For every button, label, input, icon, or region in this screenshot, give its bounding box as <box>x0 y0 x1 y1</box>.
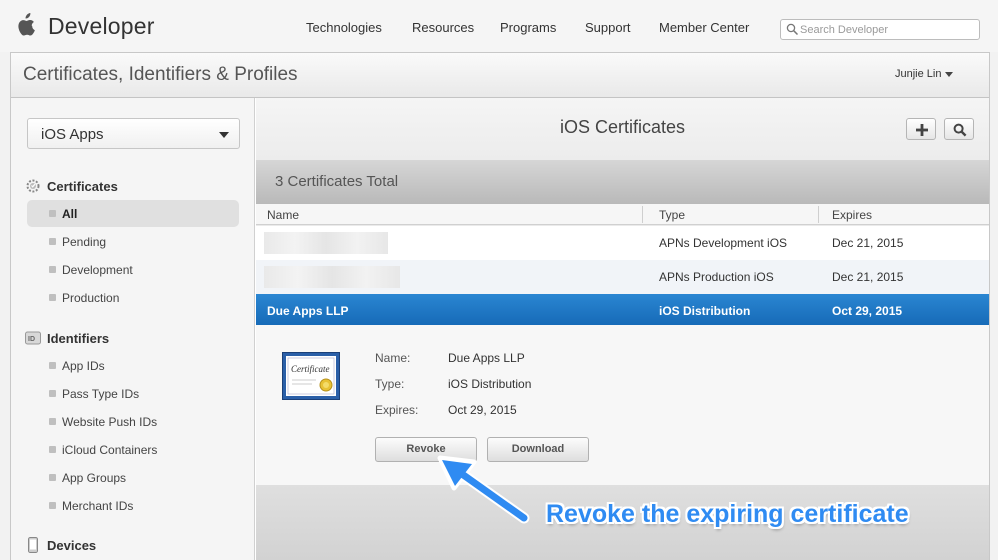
bullet <box>49 294 56 301</box>
sidebar-item-label: App IDs <box>62 359 105 373</box>
table-header: Name Type Expires <box>256 204 989 225</box>
sidebar-item-website-push-ids[interactable]: Website Push IDs <box>27 408 239 435</box>
row-expires: Oct 29, 2015 <box>832 304 903 318</box>
nav-technologies[interactable]: Technologies <box>306 20 382 35</box>
row-type: APNs Development iOS <box>659 236 788 250</box>
bullet <box>49 266 56 273</box>
sidebar-item-icloud-containers[interactable]: iCloud Containers <box>27 436 239 463</box>
detail-expires-value: Oct 29, 2015 <box>448 403 517 417</box>
redacted-name <box>264 232 388 254</box>
content-area: iOS Certificates 3 Certificates Total Na… <box>256 98 989 560</box>
sidebar-section-label: Certificates <box>47 179 118 194</box>
table-row-selected[interactable]: Due Apps LLP iOS Distribution Oct 29, 20… <box>256 294 989 328</box>
bullet <box>49 362 56 369</box>
sidebar-item-merchant-ids[interactable]: Merchant IDs <box>27 492 239 519</box>
bullet <box>49 502 56 509</box>
sidebar-item-label: Merchant IDs <box>62 499 134 513</box>
detail-name-label: Name: <box>375 351 411 365</box>
certificate-icon: Certificate <box>282 352 340 400</box>
page-title: Certificates, Identifiers & Profiles <box>23 64 298 85</box>
row-name: Due Apps LLP <box>267 304 349 318</box>
search-box[interactable] <box>780 19 980 40</box>
svg-text:ID: ID <box>28 336 35 343</box>
certificate-gear-icon <box>26 179 40 193</box>
sidebar-item-app-groups[interactable]: App Groups <box>27 464 239 491</box>
sidebar-item-pending[interactable]: Pending <box>27 228 239 255</box>
content-header: iOS Certificates <box>256 98 989 160</box>
row-type: iOS Distribution <box>659 304 751 318</box>
sidebar-item-development[interactable]: Development <box>27 256 239 283</box>
detail-expires-label: Expires: <box>375 403 419 417</box>
sidebar-section-label: Identifiers <box>47 331 110 346</box>
user-menu[interactable]: Junjie Lin <box>895 68 954 80</box>
total-count: 3 Certificates Total <box>275 173 399 190</box>
sidebar: iOS Apps Certificates All Pending Develo… <box>11 98 255 560</box>
bullet <box>49 474 56 481</box>
nav-resources[interactable]: Resources <box>412 20 474 35</box>
top-nav: Developer Technologies Resources Program… <box>0 0 998 52</box>
search-input[interactable] <box>800 21 976 38</box>
search-icon <box>953 123 967 137</box>
iphone-icon <box>28 537 38 553</box>
annotation-arrow-icon <box>437 455 530 524</box>
nav-programs[interactable]: Programs <box>500 20 556 35</box>
sidebar-item-all[interactable]: All <box>27 200 239 227</box>
platform-select-value: iOS Apps <box>41 126 104 143</box>
sidebar-item-label: All <box>62 207 78 221</box>
sidebar-item-label: App Groups <box>62 471 127 485</box>
sidebar-item-label: Pending <box>62 235 107 249</box>
add-button[interactable] <box>906 118 936 140</box>
user-name: Junjie Lin <box>895 68 942 80</box>
table-row[interactable]: APNs Development iOS Dec 21, 2015 <box>256 226 989 260</box>
column-name[interactable]: Name <box>267 208 299 222</box>
apple-logo-icon[interactable] <box>14 13 36 37</box>
sidebar-item-label: Website Push IDs <box>62 415 158 429</box>
sidebar-item-label: Development <box>62 263 133 277</box>
column-type[interactable]: Type <box>659 208 685 222</box>
platform-select[interactable]: iOS Apps <box>27 118 240 149</box>
detail-type-label: Type: <box>375 377 405 391</box>
bullet <box>49 238 56 245</box>
bullet <box>49 390 56 397</box>
detail-name-value: Due Apps LLP <box>448 351 525 365</box>
bullet <box>49 418 56 425</box>
developer-brand[interactable]: Developer <box>48 13 155 40</box>
search-button[interactable] <box>944 118 974 140</box>
content-title: iOS Certificates <box>559 117 686 137</box>
column-expires[interactable]: Expires <box>832 208 872 222</box>
row-expires: Dec 21, 2015 <box>832 236 904 250</box>
column-divider <box>642 206 643 223</box>
nav-member-center[interactable]: Member Center <box>659 20 749 35</box>
plus-icon <box>916 124 928 136</box>
total-bar: 3 Certificates Total <box>256 160 989 204</box>
sidebar-item-pass-type-ids[interactable]: Pass Type IDs <box>27 380 239 407</box>
sidebar-section-label: Devices <box>47 538 97 553</box>
chevron-down-icon <box>945 71 954 77</box>
sidebar-item-label: Pass Type IDs <box>62 387 140 401</box>
annotation-label: Revoke the expiring certificate <box>546 500 909 528</box>
sidebar-item-production[interactable]: Production <box>27 284 239 311</box>
column-divider <box>818 206 819 223</box>
chevron-down-icon <box>219 132 229 138</box>
table-row[interactable]: APNs Production iOS Dec 21, 2015 <box>256 260 989 294</box>
panel-header: Certificates, Identifiers & Profiles Jun… <box>11 53 989 98</box>
bullet <box>49 210 56 217</box>
nav-support[interactable]: Support <box>585 20 631 35</box>
search-icon <box>786 23 799 36</box>
certificate-detail: Certificate Name: Due Apps LLP Type: iOS… <box>256 325 989 485</box>
row-type: APNs Production iOS <box>659 270 774 284</box>
sidebar-item-app-ids[interactable]: App IDs <box>27 352 239 379</box>
sidebar-item-label: Production <box>62 291 120 305</box>
row-expires: Dec 21, 2015 <box>832 270 904 284</box>
bullet <box>49 446 56 453</box>
id-badge-icon: ID <box>25 331 41 345</box>
redacted-name <box>264 266 400 288</box>
detail-type-value: iOS Distribution <box>448 377 532 391</box>
sidebar-item-label: iCloud Containers <box>62 443 158 457</box>
certificate-icon-text: Certificate <box>291 364 330 374</box>
